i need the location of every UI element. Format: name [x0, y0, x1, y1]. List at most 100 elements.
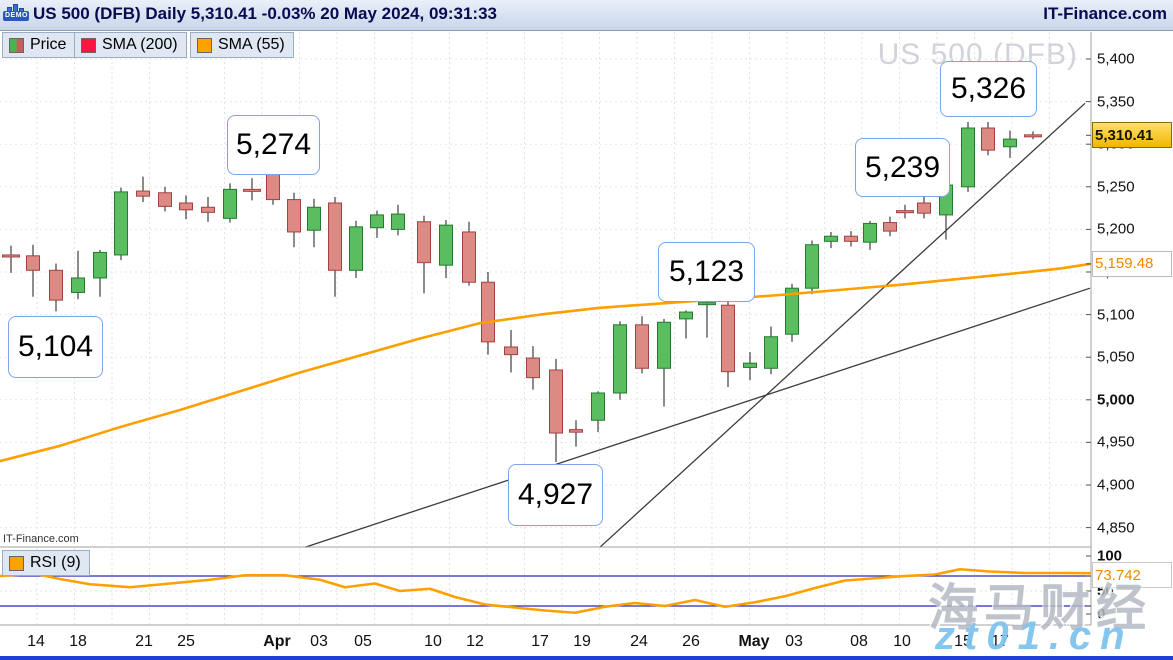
legend-rsi-label: RSI (9) — [30, 554, 81, 572]
candle[interactable] — [392, 214, 405, 229]
trend-line[interactable] — [305, 288, 1090, 547]
candle[interactable] — [897, 211, 914, 213]
time-axis-label: Apr — [263, 633, 291, 651]
candle[interactable] — [765, 337, 778, 369]
price-axis-label: 4,900 — [1097, 477, 1135, 494]
price-callout[interactable]: 5,274 — [227, 115, 320, 175]
sma55-line[interactable] — [0, 264, 1090, 461]
candle[interactable] — [72, 278, 85, 292]
candle[interactable] — [3, 255, 20, 257]
candle[interactable] — [570, 430, 583, 433]
legend-sma55[interactable]: SMA (55) — [190, 32, 294, 58]
price-swatch-icon — [9, 38, 24, 53]
candle[interactable] — [962, 128, 975, 187]
price-axis-label: 5,350 — [1097, 93, 1135, 110]
candle[interactable] — [550, 370, 563, 433]
time-axis-label: 25 — [177, 633, 195, 651]
time-axis-label: 10 — [893, 633, 911, 651]
candle[interactable] — [658, 322, 671, 368]
candle[interactable] — [288, 200, 301, 232]
candle[interactable] — [722, 305, 735, 371]
candle[interactable] — [244, 189, 261, 191]
legend-sma200[interactable]: SMA (200) — [74, 32, 187, 58]
price-axis-label: 5,400 — [1097, 51, 1135, 68]
price-axis-label: 5,200 — [1097, 221, 1135, 238]
candle[interactable] — [224, 189, 237, 218]
time-axis-label: 12 — [466, 633, 484, 651]
candle[interactable] — [884, 223, 897, 232]
price-axis-label: 5,100 — [1097, 306, 1135, 323]
candle[interactable] — [680, 312, 693, 319]
site-watermark: zt01.cn — [935, 614, 1134, 659]
legend-sma55-label: SMA (55) — [218, 36, 285, 54]
time-axis-label: 03 — [310, 633, 328, 651]
price-axis-label: 4,950 — [1097, 434, 1135, 451]
chart-window: DEMO US 500 (DFB) Daily 5,310.41 -0.03% … — [0, 0, 1173, 660]
candle[interactable] — [1004, 139, 1017, 147]
candle[interactable] — [137, 191, 150, 196]
legend-sma200-label: SMA (200) — [102, 36, 178, 54]
candle[interactable] — [505, 347, 518, 355]
price-callout[interactable]: 5,123 — [658, 242, 755, 302]
time-axis-label: 05 — [354, 633, 372, 651]
time-axis-label: 14 — [27, 633, 45, 651]
time-axis-label: 17 — [531, 633, 549, 651]
price-callout[interactable]: 5,239 — [855, 138, 950, 197]
chart-footer-brand: IT-Finance.com — [3, 533, 79, 545]
candle[interactable] — [864, 223, 877, 242]
candle[interactable] — [527, 358, 540, 378]
candle[interactable] — [308, 207, 321, 230]
time-axis-label: 18 — [69, 633, 87, 651]
candle[interactable] — [180, 203, 193, 210]
candle[interactable] — [614, 325, 627, 393]
time-axis-label: 21 — [135, 633, 153, 651]
candle[interactable] — [482, 282, 495, 342]
candle[interactable] — [982, 128, 995, 150]
candle[interactable] — [159, 193, 172, 207]
candle[interactable] — [636, 325, 649, 368]
candle[interactable] — [918, 203, 931, 213]
time-axis-label: May — [738, 633, 769, 651]
legend-price[interactable]: Price — [2, 32, 75, 58]
candle[interactable] — [825, 236, 838, 241]
legend-price-label: Price — [30, 36, 66, 54]
candle[interactable] — [418, 222, 431, 263]
price-callout[interactable]: 5,326 — [940, 61, 1037, 117]
candle[interactable] — [845, 236, 858, 241]
candle[interactable] — [806, 245, 819, 288]
candle[interactable] — [699, 303, 716, 305]
time-axis-label: 24 — [630, 633, 648, 651]
candle[interactable] — [744, 363, 757, 367]
price-axis-label: 4,850 — [1097, 519, 1135, 536]
price-callout[interactable]: 5,104 — [8, 316, 103, 378]
trend-line[interactable] — [600, 103, 1085, 547]
bottom-accent-bar — [0, 656, 1173, 660]
sma55-value-tag: 5,159.48 — [1092, 251, 1172, 277]
candle[interactable] — [202, 207, 215, 212]
time-axis-label: 26 — [682, 633, 700, 651]
candle[interactable] — [27, 256, 40, 270]
candle[interactable] — [50, 270, 63, 300]
price-axis-label: 5,050 — [1097, 349, 1135, 366]
last-price-tag: 5,310.41 — [1092, 122, 1172, 148]
sma55-swatch-icon — [197, 38, 212, 53]
time-axis-label: 10 — [424, 633, 442, 651]
candle[interactable] — [115, 192, 128, 255]
price-axis-label: 5,250 — [1097, 178, 1135, 195]
sma200-swatch-icon — [81, 38, 96, 53]
price-axis-label: 5,000 — [1097, 391, 1135, 408]
candle[interactable] — [1025, 135, 1042, 137]
time-axis-label: 08 — [850, 633, 868, 651]
time-axis-label: 19 — [573, 633, 591, 651]
candle[interactable] — [592, 393, 605, 420]
candle[interactable] — [329, 203, 342, 270]
price-callout[interactable]: 4,927 — [508, 464, 603, 526]
rsi-swatch-icon — [9, 556, 24, 571]
candle[interactable] — [350, 227, 363, 270]
candle[interactable] — [440, 225, 453, 265]
candle[interactable] — [371, 215, 384, 228]
legend-rsi[interactable]: RSI (9) — [2, 550, 90, 576]
time-axis-label: 03 — [785, 633, 803, 651]
candle[interactable] — [94, 252, 107, 278]
candle[interactable] — [463, 232, 476, 282]
